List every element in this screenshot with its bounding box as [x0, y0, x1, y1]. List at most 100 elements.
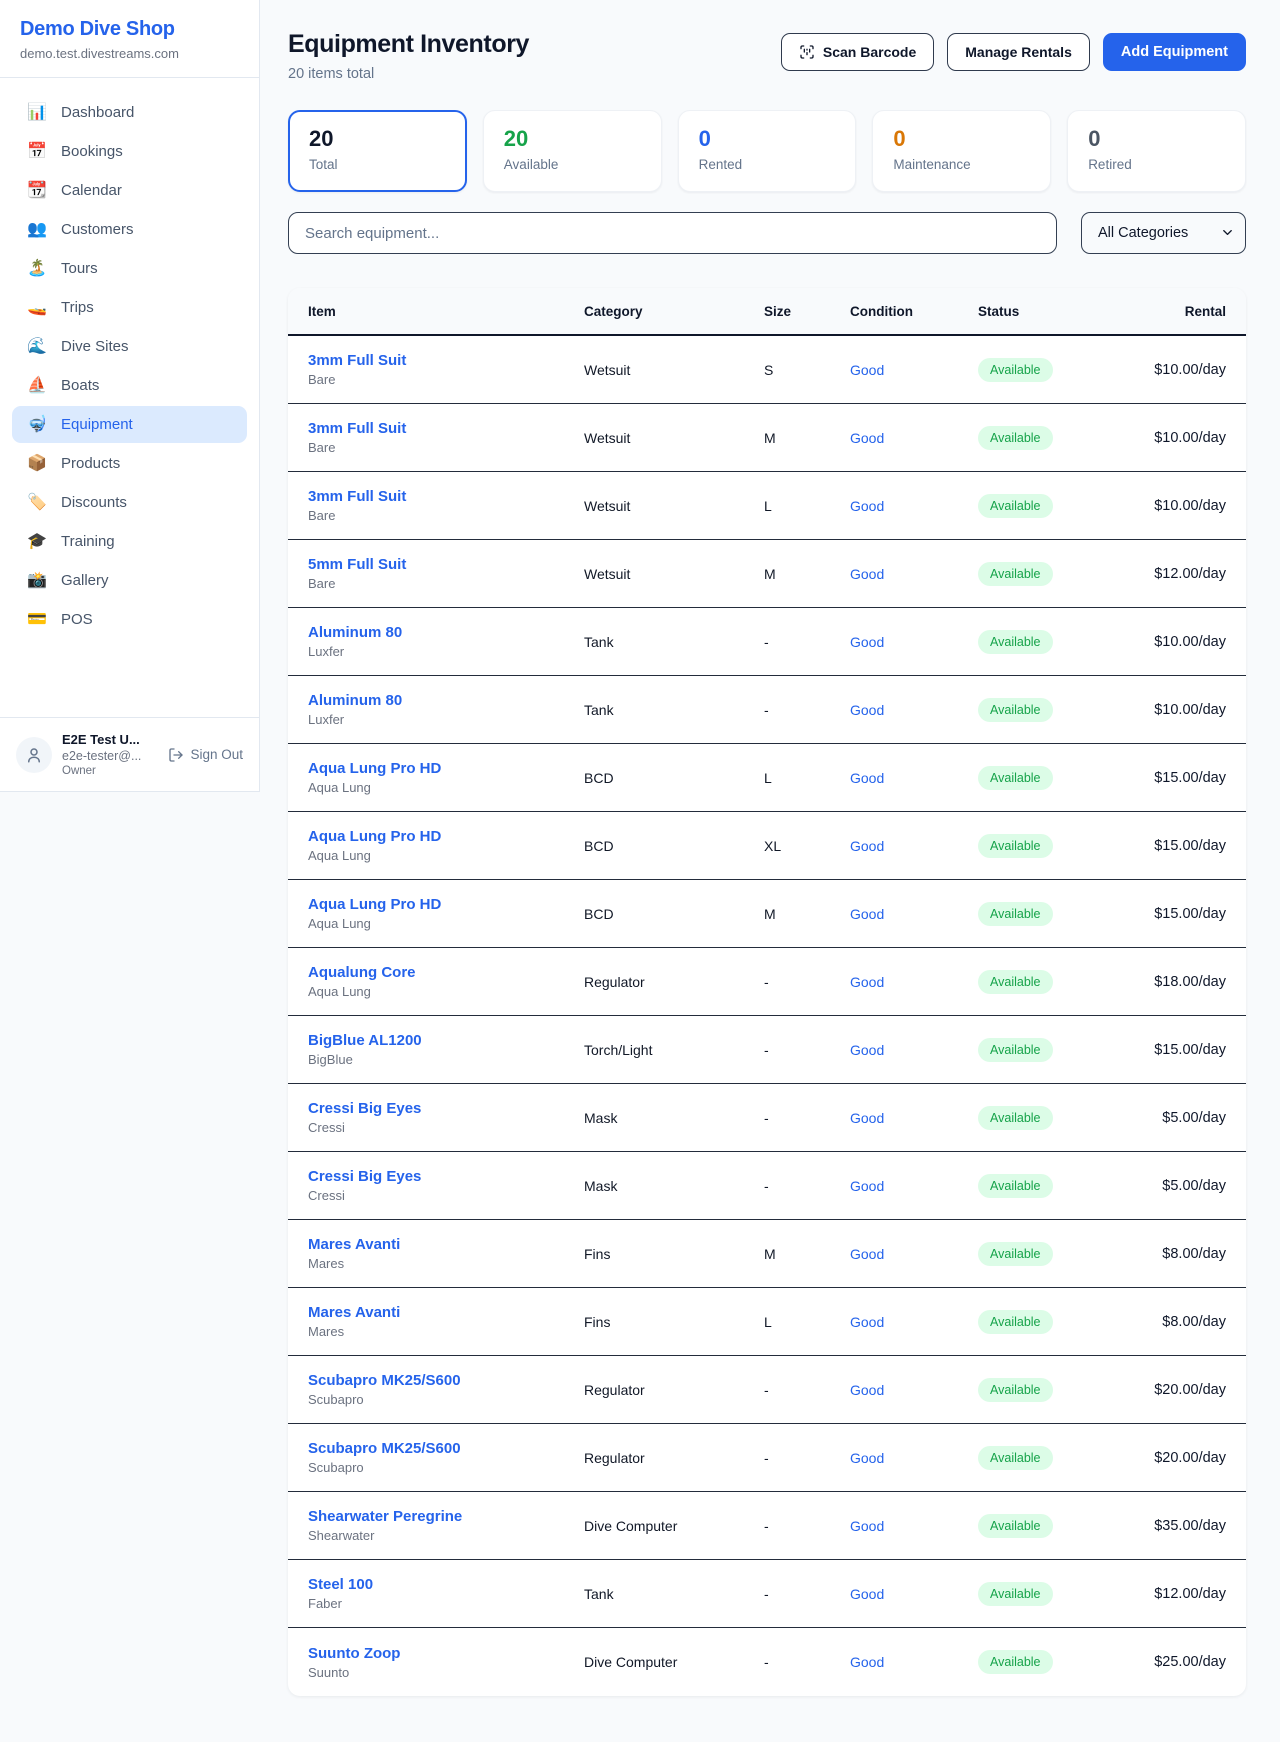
item-name-link[interactable]: Shearwater Peregrine	[308, 1508, 584, 1525]
table-row: Suunto Zoop Suunto Dive Computer - Good …	[288, 1628, 1246, 1696]
training-icon: 🎓	[26, 534, 48, 550]
item-name-link[interactable]: 5mm Full Suit	[308, 556, 584, 573]
sidebar-item-bookings[interactable]: 📅 Bookings	[12, 133, 247, 170]
condition-link[interactable]: Good	[850, 634, 978, 650]
item-name-link[interactable]: Cressi Big Eyes	[308, 1168, 584, 1185]
item-name-link[interactable]: Aqualung Core	[308, 964, 584, 981]
item-cell: Steel 100 Faber	[308, 1576, 584, 1611]
item-name-link[interactable]: Aluminum 80	[308, 692, 584, 709]
table-row: Cressi Big Eyes Cressi Mask - Good Avail…	[288, 1152, 1246, 1220]
item-name-link[interactable]: Mares Avanti	[308, 1236, 584, 1253]
item-name-link[interactable]: Mares Avanti	[308, 1304, 584, 1321]
sidebar-item-customers[interactable]: 👥 Customers	[12, 211, 247, 248]
sidebar-item-label: Equipment	[61, 416, 133, 433]
status-badge: Available	[978, 1514, 1053, 1538]
condition-link[interactable]: Good	[850, 702, 978, 718]
item-name-link[interactable]: Aqua Lung Pro HD	[308, 896, 584, 913]
sign-out-button[interactable]: Sign Out	[168, 747, 243, 763]
add-equipment-button[interactable]: Add Equipment	[1103, 33, 1246, 71]
user-email: e2e-tester@...	[62, 749, 158, 763]
item-name-link[interactable]: BigBlue AL1200	[308, 1032, 584, 1049]
sidebar-item-products[interactable]: 📦 Products	[12, 445, 247, 482]
item-name-link[interactable]: Aqua Lung Pro HD	[308, 760, 584, 777]
category-cell: Fins	[584, 1314, 764, 1330]
condition-link[interactable]: Good	[850, 906, 978, 922]
stat-card-rented[interactable]: 0 Rented	[678, 110, 857, 192]
table-row: Scubapro MK25/S600 Scubapro Regulator - …	[288, 1424, 1246, 1492]
item-name-link[interactable]: 3mm Full Suit	[308, 352, 584, 369]
column-header-condition: Condition	[850, 304, 978, 319]
rental-price: $10.00/day	[1154, 702, 1226, 718]
sidebar: Demo Dive Shop demo.test.divestreams.com…	[0, 0, 260, 792]
stat-card-available[interactable]: 20 Available	[483, 110, 662, 192]
user-meta: E2E Test U... e2e-tester@... Owner	[62, 732, 158, 777]
item-name-link[interactable]: Aluminum 80	[308, 624, 584, 641]
sidebar-item-dashboard[interactable]: 📊 Dashboard	[12, 94, 247, 131]
manage-rentals-button[interactable]: Manage Rentals	[947, 33, 1090, 71]
item-name-link[interactable]: Steel 100	[308, 1576, 584, 1593]
equipment-table: Item Category Size Condition Status Rent…	[288, 288, 1246, 1696]
stat-card-retired[interactable]: 0 Retired	[1067, 110, 1246, 192]
sidebar-item-trips[interactable]: 🚤 Trips	[12, 289, 247, 326]
condition-link[interactable]: Good	[850, 1246, 978, 1262]
condition-link[interactable]: Good	[850, 498, 978, 514]
category-select[interactable]: All Categories	[1081, 212, 1246, 254]
condition-link[interactable]: Good	[850, 974, 978, 990]
table-row: Scubapro MK25/S600 Scubapro Regulator - …	[288, 1356, 1246, 1424]
sidebar-item-calendar[interactable]: 📆 Calendar	[12, 172, 247, 209]
table-row: Aluminum 80 Luxfer Tank - Good Available…	[288, 608, 1246, 676]
condition-link[interactable]: Good	[850, 1382, 978, 1398]
item-name-link[interactable]: Scubapro MK25/S600	[308, 1372, 584, 1389]
status-badge: Available	[978, 358, 1053, 382]
item-cell: Scubapro MK25/S600 Scubapro	[308, 1372, 584, 1407]
item-name-link[interactable]: Cressi Big Eyes	[308, 1100, 584, 1117]
condition-link[interactable]: Good	[850, 1654, 978, 1670]
shop-domain: demo.test.divestreams.com	[20, 46, 239, 61]
stat-card-maintenance[interactable]: 0 Maintenance	[872, 110, 1051, 192]
column-header-size: Size	[764, 304, 850, 319]
category-cell: Mask	[584, 1178, 764, 1194]
condition-link[interactable]: Good	[850, 1042, 978, 1058]
sidebar-item-gallery[interactable]: 📸 Gallery	[12, 562, 247, 599]
condition-link[interactable]: Good	[850, 1586, 978, 1602]
condition-link[interactable]: Good	[850, 566, 978, 582]
sign-out-icon	[168, 747, 184, 763]
category-cell: Wetsuit	[584, 362, 764, 378]
condition-link[interactable]: Good	[850, 770, 978, 786]
status-badge: Available	[978, 494, 1053, 518]
condition-link[interactable]: Good	[850, 362, 978, 378]
category-cell: Torch/Light	[584, 1042, 764, 1058]
status-badge: Available	[978, 766, 1053, 790]
sidebar-item-boats[interactable]: ⛵ Boats	[12, 367, 247, 404]
table-row: Aqua Lung Pro HD Aqua Lung BCD L Good Av…	[288, 744, 1246, 812]
stat-card-total[interactable]: 20 Total	[288, 110, 467, 192]
sidebar-item-tours[interactable]: 🏝️ Tours	[12, 250, 247, 287]
size-cell: M	[764, 1246, 850, 1262]
item-name-link[interactable]: Suunto Zoop	[308, 1645, 584, 1662]
status-badge: Available	[978, 834, 1053, 858]
size-cell: -	[764, 702, 850, 718]
sidebar-item-label: Dive Sites	[61, 338, 129, 355]
item-name-link[interactable]: Scubapro MK25/S600	[308, 1440, 584, 1457]
condition-link[interactable]: Good	[850, 1314, 978, 1330]
sidebar-item-equipment[interactable]: 🤿 Equipment	[12, 406, 247, 443]
condition-link[interactable]: Good	[850, 430, 978, 446]
item-name-link[interactable]: Aqua Lung Pro HD	[308, 828, 584, 845]
condition-link[interactable]: Good	[850, 838, 978, 854]
condition-link[interactable]: Good	[850, 1110, 978, 1126]
column-header-category: Category	[584, 304, 764, 319]
stat-label: Total	[309, 157, 446, 172]
condition-link[interactable]: Good	[850, 1450, 978, 1466]
items-total-count: 20 items total	[288, 66, 529, 82]
item-name-link[interactable]: 3mm Full Suit	[308, 488, 584, 505]
sidebar-item-training[interactable]: 🎓 Training	[12, 523, 247, 560]
scan-barcode-button[interactable]: Scan Barcode	[781, 33, 934, 71]
sidebar-item-discounts[interactable]: 🏷️ Discounts	[12, 484, 247, 521]
search-input[interactable]	[288, 212, 1057, 254]
item-name-link[interactable]: 3mm Full Suit	[308, 420, 584, 437]
item-cell: Aqua Lung Pro HD Aqua Lung	[308, 896, 584, 931]
sidebar-item-pos[interactable]: 💳 POS	[12, 601, 247, 638]
sidebar-item-dive-sites[interactable]: 🌊 Dive Sites	[12, 328, 247, 365]
condition-link[interactable]: Good	[850, 1518, 978, 1534]
condition-link[interactable]: Good	[850, 1178, 978, 1194]
